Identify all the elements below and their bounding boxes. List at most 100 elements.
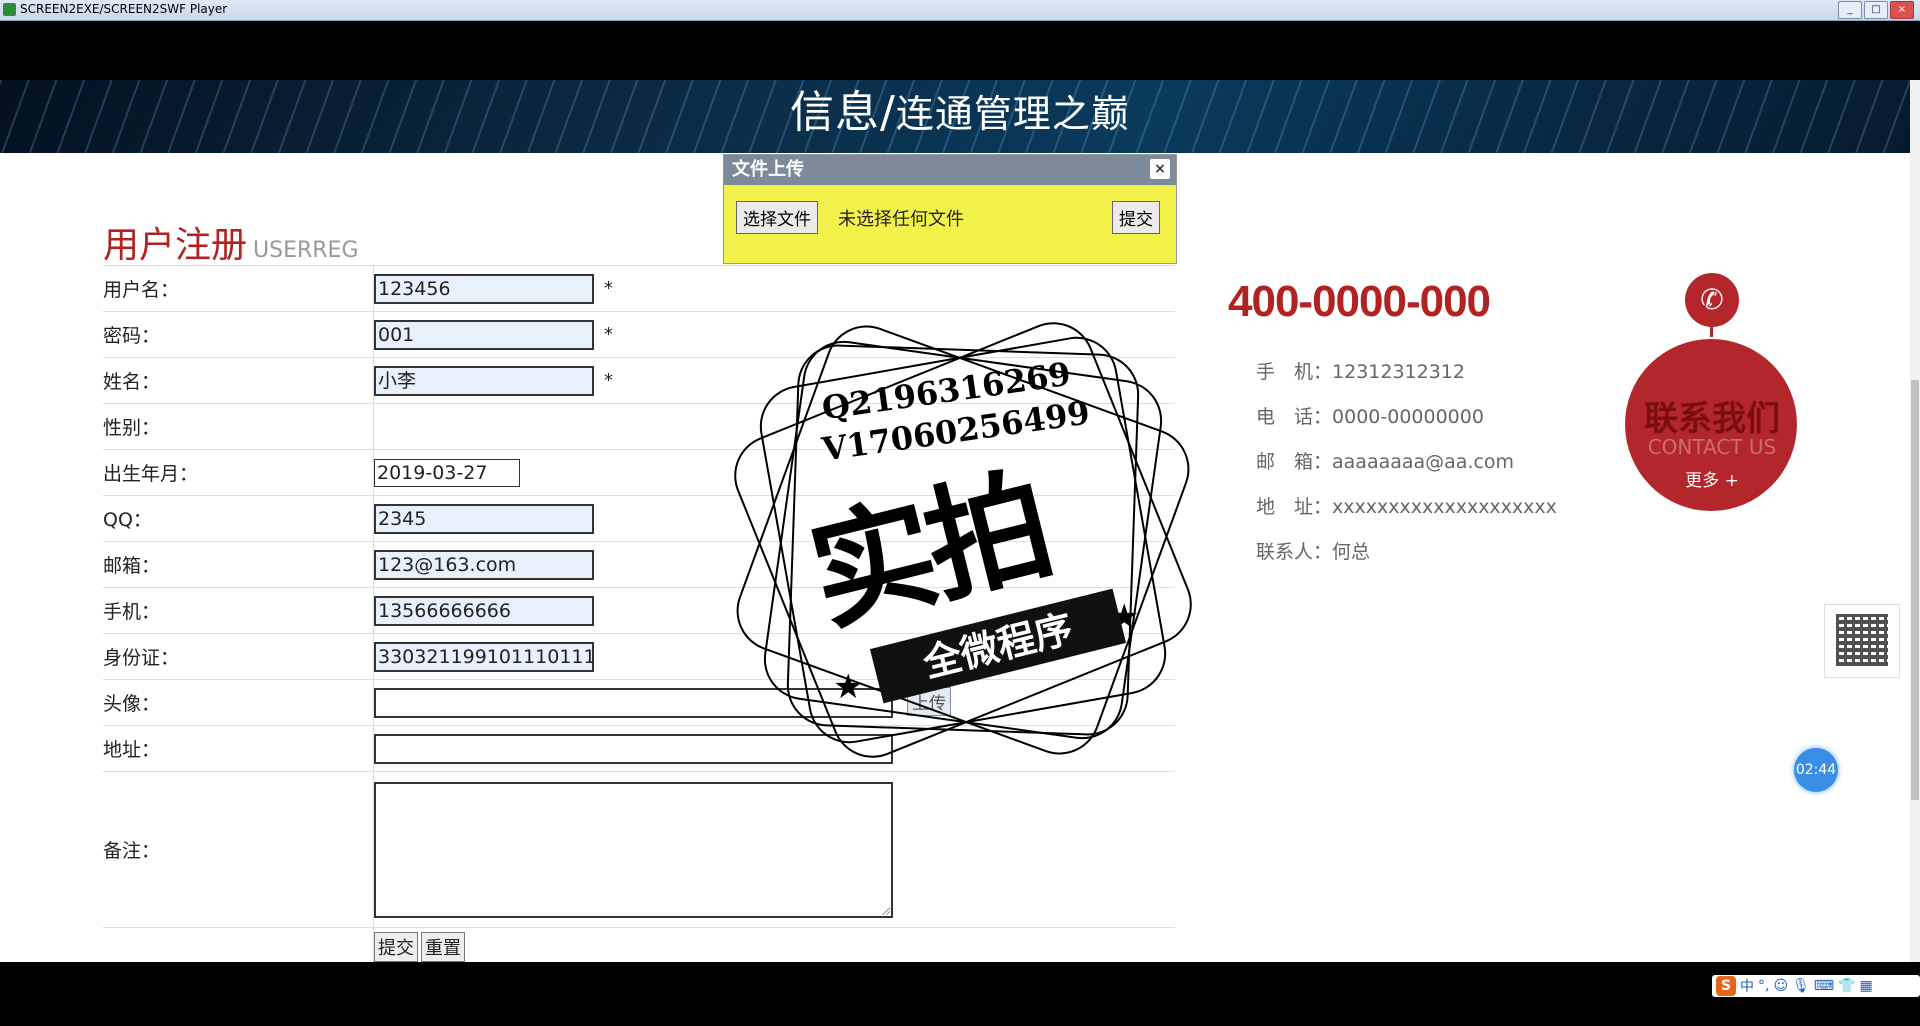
mic-icon[interactable]: 🎙: [1792, 978, 1810, 994]
header-banner: 信息/连通管理之巅: [0, 80, 1910, 153]
app-icon: [3, 3, 16, 16]
close-window-button[interactable]: ×: [1890, 1, 1914, 19]
required-mark: *: [604, 278, 613, 299]
name-input[interactable]: 小李: [374, 365, 594, 396]
form-row-email: 邮箱： 123@163.com: [103, 541, 1175, 588]
phone-label: 手机：: [103, 587, 374, 634]
form-row-password: 密码： 001 *: [103, 311, 1175, 358]
form-row-phone: 手机： 13566666666: [103, 587, 1175, 634]
form-row-avatar: 头像： 上传: [103, 679, 1175, 726]
choose-file-button[interactable]: 选择文件: [736, 201, 818, 234]
vertical-scrollbar[interactable]: [1910, 80, 1920, 962]
required-mark: *: [604, 324, 613, 345]
skin-icon[interactable]: 👕: [1838, 978, 1855, 994]
address-input[interactable]: [374, 733, 893, 764]
ime-toolbar: S 中 °, ☺ 🎙 ⌨ 👕 ▦: [1712, 975, 1920, 997]
remark-label: 备注：: [103, 771, 374, 928]
email-input[interactable]: 123@163.com: [374, 549, 594, 580]
contact-item: 邮 箱：aaaaaaaa@aa.com: [1256, 440, 1557, 485]
recording-timer[interactable]: 02:44: [1794, 748, 1838, 792]
required-mark: *: [604, 370, 613, 391]
contact-value: 12312312312: [1332, 361, 1465, 383]
phone-icon: ✆: [1685, 273, 1739, 327]
form-row-username: 用户名： 123456 *: [103, 265, 1175, 312]
form-row-address: 地址：: [103, 725, 1175, 772]
gender-label: 性别：: [103, 403, 374, 450]
idcard-label: 身份证：: [103, 633, 374, 680]
remark-textarea[interactable]: [374, 781, 893, 918]
dialog-close-icon[interactable]: ×: [1150, 159, 1170, 179]
avatar-input[interactable]: [374, 688, 893, 719]
avatar-label: 头像：: [103, 679, 374, 726]
no-file-text: 未选择任何文件: [838, 209, 964, 230]
contact-label: 手 机：: [1256, 361, 1333, 383]
letterbox-bottom: [0, 962, 1920, 1026]
avatar-upload-button[interactable]: 上传: [907, 686, 951, 716]
registration-form: 用户名： 123456 * 密码： 001 * 姓名： 小李 * 性别： 出生年月： …: [103, 265, 1175, 962]
registration-title: 用户注册 USERREG: [103, 216, 359, 268]
qr-code-icon[interactable]: [1824, 604, 1900, 678]
name-label: 姓名：: [103, 357, 374, 404]
dialog-body: 选择文件 未选择任何文件 提交: [724, 185, 1176, 261]
keyboard-icon[interactable]: ⌨: [1814, 978, 1834, 994]
address-label: 地址：: [103, 725, 374, 772]
birth-date-input[interactable]: 2019-03-27: [374, 458, 520, 487]
password-label: 密码：: [103, 311, 374, 358]
contact-label: 邮 箱：: [1256, 451, 1333, 473]
birth-label: 出生年月：: [103, 449, 374, 496]
contact-value: aaaaaaaa@aa.com: [1332, 451, 1515, 473]
form-reset-button[interactable]: 重置: [421, 932, 465, 962]
slogan-main: 信息: [790, 87, 880, 138]
banner-slogan: 信息/连通管理之巅: [790, 80, 1130, 140]
contact-us-badge[interactable]: ✆ 联系我们 CONTACT US 更多 +: [1622, 273, 1802, 513]
emoji-icon[interactable]: ☺: [1773, 978, 1788, 994]
gender-field[interactable]: [373, 403, 1175, 450]
window-title: SCREEN2EXE/SCREEN2SWF Player: [20, 2, 228, 16]
contact-value: 何总: [1332, 541, 1371, 563]
hotline-number: 400-0000-000: [1228, 277, 1491, 326]
contact-us-subtitle: CONTACT US: [1647, 435, 1777, 459]
slogan-separator: /: [880, 87, 896, 138]
qr-pattern: [1836, 614, 1888, 666]
contact-item: 电 话：0000-00000000: [1256, 395, 1557, 440]
window-controls: _ □ ×: [1838, 1, 1914, 19]
contact-list: 手 机：12312312312 电 话：0000-00000000 邮 箱：aa…: [1256, 350, 1557, 575]
slogan-rest: 连通管理之巅: [895, 92, 1130, 136]
form-row-qq: QQ： 2345: [103, 495, 1175, 542]
maximize-button[interactable]: □: [1864, 1, 1888, 19]
contact-label: 地 址：: [1256, 496, 1333, 518]
dialog-header: 文件上传 ×: [724, 155, 1176, 185]
qq-label: QQ：: [103, 495, 374, 542]
idcard-input[interactable]: 330321199101110111: [374, 641, 596, 672]
scrollbar-thumb[interactable]: [1911, 380, 1919, 800]
ime-punct[interactable]: °,: [1758, 978, 1769, 994]
phone-input[interactable]: 13566666666: [374, 595, 594, 626]
contact-item: 地 址：xxxxxxxxxxxxxxxxxxxx: [1256, 485, 1557, 530]
more-link[interactable]: 更多 +: [1622, 466, 1802, 491]
actions-spacer: [103, 927, 374, 962]
contact-item: 联系人：何总: [1256, 530, 1557, 575]
contact-label: 联系人：: [1256, 541, 1333, 563]
username-label: 用户名：: [103, 265, 374, 312]
resize-grip-icon[interactable]: [880, 904, 890, 915]
dialog-title: 文件上传: [732, 159, 804, 180]
form-row-actions: 提交 重置: [103, 927, 1175, 962]
registration-title-en: USERREG: [253, 238, 359, 263]
form-row-name: 姓名： 小李 *: [103, 357, 1175, 404]
username-input[interactable]: 123456: [374, 273, 594, 304]
form-row-remark: 备注：: [103, 771, 1175, 928]
page-content: 用户注册 USERREG 用户名： 123456 * 密码： 001 * 姓名： 小李…: [0, 153, 1910, 962]
contact-label: 电 话：: [1256, 406, 1333, 428]
form-submit-button[interactable]: 提交: [374, 932, 418, 962]
form-row-gender: 性别：: [103, 403, 1175, 450]
form-row-idcard: 身份证： 330321199101110111: [103, 633, 1175, 680]
dialog-submit-button[interactable]: 提交: [1112, 201, 1160, 234]
registration-title-zh: 用户注册: [103, 225, 248, 266]
toolbox-icon[interactable]: ▦: [1860, 978, 1873, 994]
sogou-ime-icon[interactable]: S: [1716, 976, 1736, 996]
ime-mode[interactable]: 中: [1740, 976, 1754, 996]
qq-input[interactable]: 2345: [374, 503, 594, 534]
minimize-button[interactable]: _: [1838, 1, 1862, 19]
email-label: 邮箱：: [103, 541, 374, 588]
password-input[interactable]: 001: [374, 319, 594, 350]
